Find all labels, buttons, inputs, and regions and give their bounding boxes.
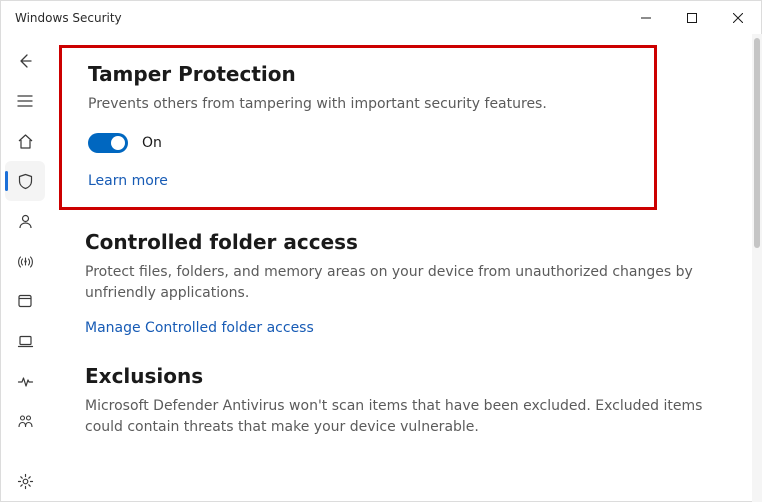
nav-family-options[interactable] bbox=[5, 401, 45, 441]
people-icon bbox=[17, 413, 34, 430]
app-icon bbox=[17, 293, 33, 309]
shield-icon bbox=[17, 173, 34, 190]
toggle-knob bbox=[111, 136, 125, 150]
cfa-title: Controlled folder access bbox=[85, 230, 725, 254]
menu-button[interactable] bbox=[5, 81, 45, 121]
content-area: Tamper Protection Prevents others from t… bbox=[49, 35, 761, 501]
nav-device-performance[interactable] bbox=[5, 361, 45, 401]
nav-firewall[interactable] bbox=[5, 241, 45, 281]
nav-app-browser[interactable] bbox=[5, 281, 45, 321]
nav-account-protection[interactable] bbox=[5, 201, 45, 241]
scrollbar-thumb[interactable] bbox=[754, 38, 760, 248]
tamper-learn-more-link[interactable]: Learn more bbox=[88, 173, 168, 189]
exclusions-title: Exclusions bbox=[85, 364, 725, 388]
hamburger-icon bbox=[17, 93, 33, 109]
home-icon bbox=[17, 133, 34, 150]
window-title: Windows Security bbox=[15, 11, 122, 25]
nav-virus-protection[interactable] bbox=[5, 161, 45, 201]
title-bar: Windows Security bbox=[1, 1, 761, 35]
exclusions-section: Exclusions Microsoft Defender Antivirus … bbox=[85, 364, 725, 438]
tamper-desc: Prevents others from tampering with impo… bbox=[88, 94, 634, 115]
laptop-icon bbox=[17, 333, 34, 350]
nav-home[interactable] bbox=[5, 121, 45, 161]
heartbeat-icon bbox=[17, 373, 34, 390]
close-button[interactable] bbox=[715, 1, 761, 35]
account-icon bbox=[17, 213, 34, 230]
minimize-button[interactable] bbox=[623, 1, 669, 35]
cfa-section: Controlled folder access Protect files, … bbox=[85, 230, 725, 336]
arrow-left-icon bbox=[17, 53, 33, 69]
manage-cfa-link[interactable]: Manage Controlled folder access bbox=[85, 320, 314, 336]
maximize-button[interactable] bbox=[669, 1, 715, 35]
tamper-protection-toggle[interactable] bbox=[88, 133, 128, 153]
scrollbar[interactable] bbox=[752, 34, 762, 502]
tamper-toggle-state: On bbox=[142, 135, 162, 151]
nav-rail bbox=[1, 35, 49, 501]
nav-device-security[interactable] bbox=[5, 321, 45, 361]
tamper-title: Tamper Protection bbox=[88, 62, 634, 86]
gear-icon bbox=[17, 473, 34, 490]
nav-settings[interactable] bbox=[5, 461, 45, 501]
cfa-desc: Protect files, folders, and memory areas… bbox=[85, 262, 725, 304]
window-controls bbox=[623, 1, 761, 35]
wifi-icon bbox=[17, 253, 34, 270]
back-button[interactable] bbox=[5, 41, 45, 81]
tamper-protection-highlight: Tamper Protection Prevents others from t… bbox=[59, 45, 657, 210]
exclusions-desc: Microsoft Defender Antivirus won't scan … bbox=[85, 396, 725, 438]
